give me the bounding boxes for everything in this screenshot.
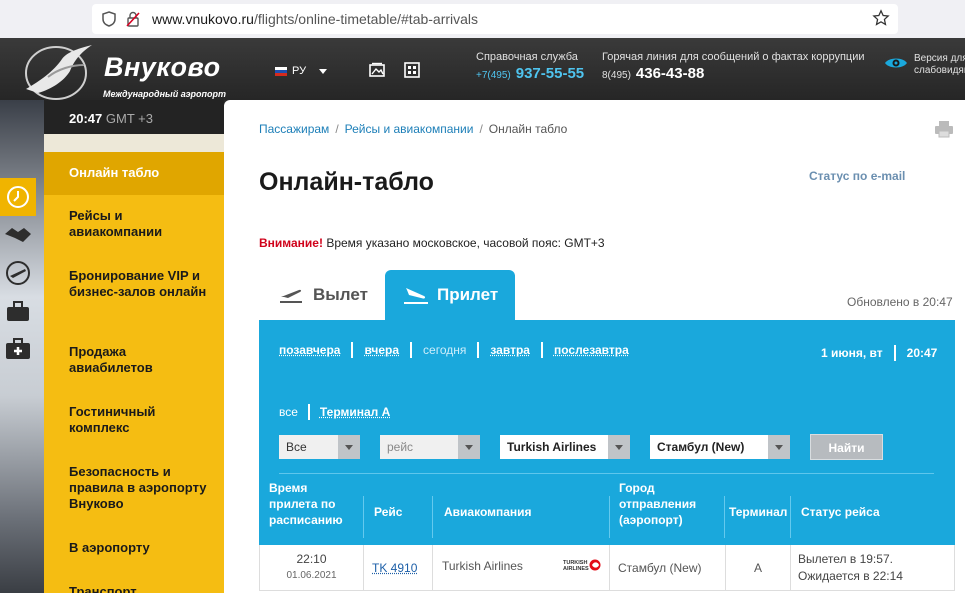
current-date: 1 июня, вт 20:47 xyxy=(821,345,938,361)
chevron-down-icon xyxy=(458,435,480,459)
tab-departures[interactable]: Вылет xyxy=(259,270,385,320)
find-button[interactable]: Найти xyxy=(810,434,883,460)
address-bar[interactable]: www.vnukovo.ru/flights/online-timetable/… xyxy=(92,4,898,34)
sidebar-item-hotel[interactable]: Гостиничный комплекс xyxy=(44,404,174,436)
terminal-filter: все Терминал А xyxy=(279,404,390,420)
day-tomorrow[interactable]: завтра xyxy=(490,343,530,357)
gallery-icon[interactable] xyxy=(369,62,385,78)
arrivals-board: позавчера вчера сегодня завтра послезавт… xyxy=(259,320,955,545)
qr-icon[interactable] xyxy=(404,62,420,78)
language-selector[interactable]: РУ xyxy=(275,65,328,77)
plane-circle-icon xyxy=(6,261,30,285)
chevron-down-icon xyxy=(338,435,360,459)
site-header: Внуково Международный аэропорт РУ Справо… xyxy=(0,38,965,100)
row-terminal: A xyxy=(753,561,762,575)
day-selector: позавчера вчера сегодня завтра послезавт… xyxy=(279,342,629,358)
suitcase-icon xyxy=(7,301,29,321)
sidebar-item-at-airport[interactable]: В аэропорту xyxy=(44,540,224,556)
col-header-status: Статус рейса xyxy=(801,505,880,519)
row-time: 22:10 xyxy=(296,552,327,566)
url-text: www.vnukovo.ru/flights/online-timetable/… xyxy=(152,11,479,27)
landing-icon xyxy=(404,288,428,304)
chevron-down-icon xyxy=(768,435,790,459)
type-select[interactable]: Все xyxy=(279,435,360,459)
hotline-phone[interactable]: 8(495) 436-43-88 xyxy=(602,65,704,82)
row-status-line2: Ожидается в 22:14 xyxy=(798,569,903,583)
row-city: Стамбул (New) xyxy=(618,561,702,575)
breadcrumb-flights[interactable]: Рейсы и авиакомпании xyxy=(345,122,474,136)
updated-time: Обновлено в 20:47 xyxy=(847,295,953,309)
hotline-label: Горячая линия для сообщений о фактах кор… xyxy=(602,51,865,63)
logo-subtitle: Международный аэропорт xyxy=(103,89,227,99)
sidebar-item-online-board[interactable]: Онлайн табло xyxy=(44,152,224,195)
breadcrumb: Пассажирам / Рейсы и авиакомпании / Онлайн т… xyxy=(259,122,568,136)
day-before-yesterday[interactable]: позавчера xyxy=(279,343,340,357)
timezone-notice: Внимание! Время указано московское, часо… xyxy=(259,236,605,250)
col-header-airline: Авиакомпания xyxy=(444,505,532,519)
main-content: Пассажирам / Рейсы и авиакомпании / Онлайн т… xyxy=(224,100,965,593)
row-date: 01.06.2021 xyxy=(286,570,337,581)
col-header-city: Город отправления (аэропорт) xyxy=(619,481,697,527)
chevron-down-icon xyxy=(319,68,328,74)
sidebar-item-security[interactable]: Безопасность и правила в аэропорту Внуко… xyxy=(44,464,224,512)
takeoff-icon xyxy=(280,289,302,303)
page-root: www.vnukovo.ru/flights/online-timetable/… xyxy=(0,0,965,593)
row-flight[interactable]: TK 4910 xyxy=(372,561,417,575)
local-time: 20:47 GMT +3 xyxy=(44,100,224,134)
sidebar-item-tickets[interactable]: Продажа авиабилетов xyxy=(44,344,184,376)
col-header-time: Время прилета по расписанию xyxy=(269,481,343,527)
help-service-label: Справочная служба xyxy=(476,51,578,63)
row-airline: Turkish Airlines xyxy=(442,559,523,573)
quick-icon-baggage[interactable] xyxy=(0,292,36,330)
accessibility-version-link[interactable]: Версия дляслабовидящих xyxy=(914,53,965,77)
quick-icons xyxy=(0,178,36,368)
browser-toolbar: www.vnukovo.ru/flights/online-timetable/… xyxy=(0,0,965,38)
help-service-phone[interactable]: +7(495) 937-55-55 xyxy=(476,65,584,82)
tab-arrivals-label: Прилет xyxy=(437,285,499,304)
bookmark-star-icon[interactable] xyxy=(872,9,890,27)
quick-icon-flights[interactable] xyxy=(0,254,36,292)
language-label: РУ xyxy=(292,65,307,77)
breadcrumb-passengers[interactable]: Пассажирам xyxy=(259,122,329,136)
day-after-tomorrow[interactable]: послезавтра xyxy=(554,343,629,357)
row-status-line1: Вылетел в 19:57. xyxy=(798,552,893,566)
russian-flag-icon xyxy=(275,66,287,76)
sidebar: Онлайн табло Рейсы и авиакомпании Бронир… xyxy=(44,134,224,593)
sidebar-item-flights-airlines[interactable]: Рейсы и авиакомпании xyxy=(44,208,174,240)
terminal-a[interactable]: Терминал А xyxy=(320,405,390,419)
tab-arrivals[interactable]: Прилет xyxy=(385,270,515,320)
breadcrumb-current: Онлайн табло xyxy=(488,122,568,136)
chevron-down-icon xyxy=(608,435,630,459)
table-row[interactable]: 22:10 01.06.2021 TK 4910 Turkish Airline… xyxy=(259,545,955,591)
page-title: Онлайн-табло xyxy=(259,168,434,196)
quick-icon-partners[interactable] xyxy=(0,216,36,254)
insecure-lock-icon[interactable] xyxy=(126,11,140,27)
col-header-terminal: Терминал xyxy=(729,505,788,519)
quick-icon-medical[interactable] xyxy=(0,330,36,368)
logo-bird-icon[interactable] xyxy=(18,41,100,101)
turkish-airlines-logo: TURKISHAIRLINES xyxy=(563,559,601,572)
handshake-icon xyxy=(5,228,31,242)
day-today[interactable]: сегодня xyxy=(423,343,466,357)
print-icon[interactable] xyxy=(934,120,954,138)
sidebar-top-strip xyxy=(44,134,224,152)
flight-search-input[interactable]: рейс xyxy=(380,435,480,459)
tab-departures-label: Вылет xyxy=(313,285,368,304)
sidebar-item-transport[interactable]: Транспорт xyxy=(44,584,224,593)
clock-icon xyxy=(7,186,29,208)
quick-icon-timetable[interactable] xyxy=(0,178,36,216)
city-select[interactable]: Стамбул (New) xyxy=(650,435,790,459)
email-status-link[interactable]: Статус по e-mail xyxy=(809,169,905,183)
svg-text:AIRLINES: AIRLINES xyxy=(563,566,589,572)
first-aid-icon xyxy=(6,338,30,359)
terminal-all[interactable]: все xyxy=(279,405,298,419)
airline-select[interactable]: Turkish Airlines xyxy=(500,435,630,459)
shield-icon[interactable] xyxy=(102,11,116,27)
col-header-flight: Рейс xyxy=(374,505,403,519)
logo-title[interactable]: Внуково xyxy=(104,52,221,83)
sidebar-item-vip-booking[interactable]: Бронирование VIP и бизнес-залов онлайн xyxy=(44,268,219,300)
divider xyxy=(279,473,934,474)
eye-icon[interactable] xyxy=(884,56,908,70)
day-yesterday[interactable]: вчера xyxy=(364,343,399,357)
